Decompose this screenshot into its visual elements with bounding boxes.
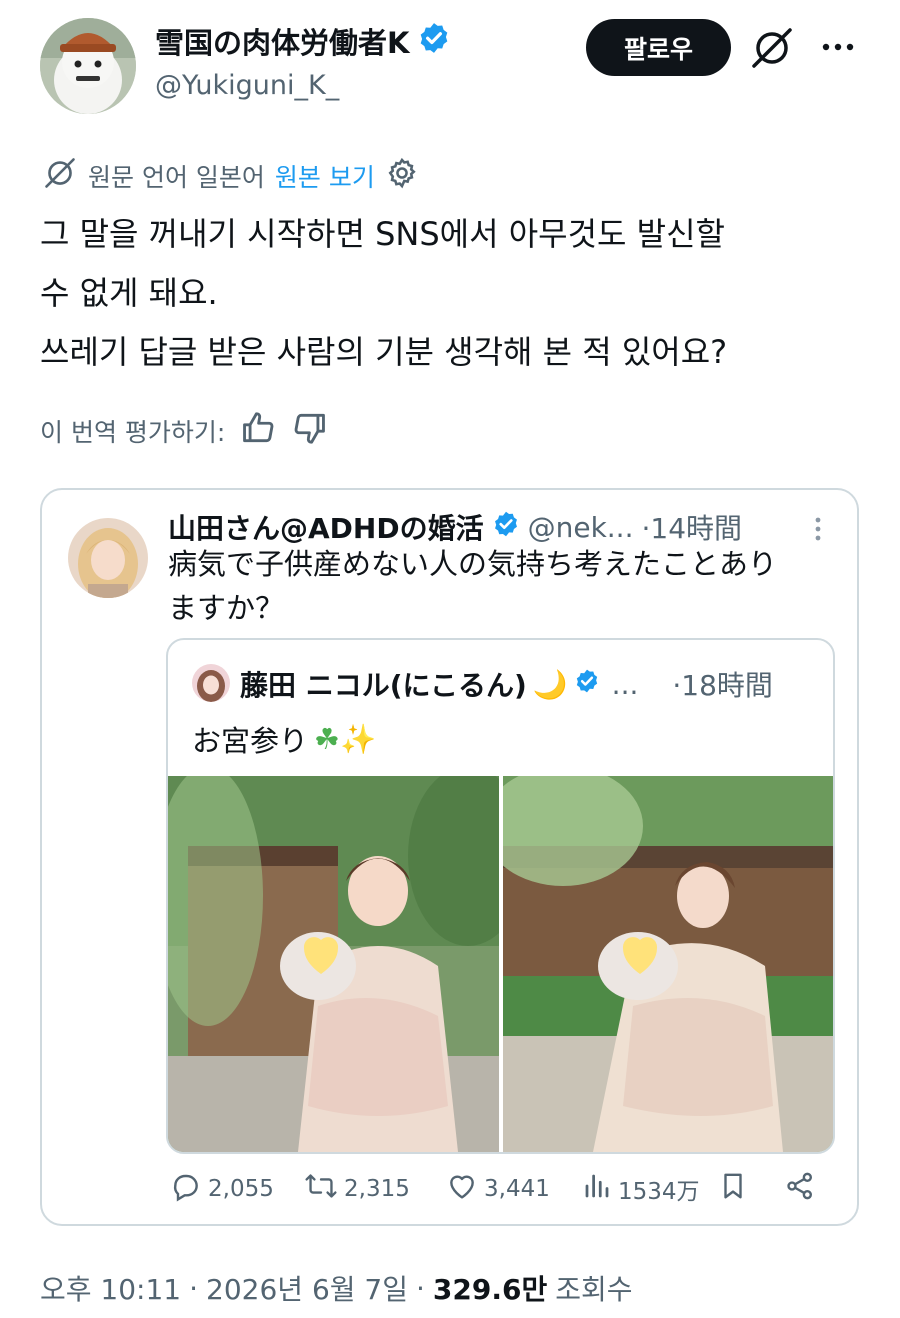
views-button[interactable]: 1534万 [582,1166,700,1212]
reply-icon [170,1170,202,1208]
reply-button[interactable]: 2,055 [170,1166,274,1212]
reply-count: 2,055 [208,1176,274,1202]
nested-tweet-time: ·18時間 [672,669,773,702]
rate-translation-label: 이 번역 평가하기: [40,418,226,447]
quoted-text-line: ますか？ [168,591,285,625]
quoted-tweet-time: ·14時間 [641,512,743,545]
tweet-photo-1[interactable] [168,776,499,1152]
post-time[interactable]: 오후 10:11 [40,1268,181,1308]
nested-quoted-tweet-card[interactable]: 藤田 ニコル(にこるん) 🌙 ... ·18時間 お宮参り ☘✨ [166,638,835,1154]
like-button[interactable]: 3,441 [446,1166,550,1212]
meta-separator: · [416,1271,425,1305]
thumbs-up-icon[interactable] [239,409,277,453]
quoted-author-avatar[interactable] [68,518,148,598]
show-original-link[interactable]: 원본 보기 [275,158,375,194]
quoted-author-handle[interactable]: @nek... [528,511,634,544]
bookmark-icon [718,1169,748,1209]
verified-badge-icon [417,21,451,62]
nested-author-name[interactable]: 藤田 ニコル(にこるん) [240,664,527,704]
quoted-author-name[interactable]: 山田さん@ADHDの婚活 [168,507,484,547]
nested-handle-truncated: ... [611,667,639,701]
verified-badge-icon [492,510,520,545]
share-button[interactable] [784,1166,816,1212]
author-name-row[interactable]: 雪国の肉体労働者K [155,20,451,62]
verified-badge-icon [574,668,600,701]
action-bar: 2,055 2,315 3,441 1534万 [170,1166,850,1212]
tweet-text: 그 말을 꺼내기 시작하면 SNS에서 아무것도 발신할 수 없게 돼요. 쓰레… [40,205,860,382]
thumbs-down-icon[interactable] [291,409,329,453]
share-icon [784,1170,816,1208]
quoted-tweet-card[interactable]: 山田さん@ADHDの婚活 @nek... ·14時間 病気で子供産めない人の気持… [40,488,859,1226]
meta-separator: · [189,1271,199,1305]
author-avatar[interactable] [40,18,136,114]
clover-sparkle-emoji: ☘✨ [314,721,377,756]
heart-icon [446,1170,478,1208]
nested-author-avatar[interactable] [192,664,230,702]
rate-translation-row: 이 번역 평가하기: [40,408,329,454]
views-chart-icon [582,1170,612,1208]
total-views-count: 329.6만 [432,1273,548,1306]
moon-emoji: 🌙 [532,667,568,701]
repost-count: 2,315 [344,1176,410,1202]
repost-button[interactable]: 2,315 [304,1166,410,1212]
tweet-text-line: 그 말을 꺼내기 시작하면 SNS에서 아무것도 발신할 [40,215,725,253]
nested-text: お宮参り [192,724,309,758]
total-views-label: 조회수 [555,1273,633,1306]
translation-note: 원문 언어 일본어 [88,163,265,192]
translation-settings-icon[interactable] [385,156,419,196]
quoted-text-line: 病気で子供産めない人の気持ち考えたことあり [168,547,778,581]
more-icon[interactable] [818,30,858,64]
follow-button[interactable]: 팔로우 [586,19,731,76]
tweet-text-line: 쓰레기 답글 받은 사람의 기분 생각해 본 적 있어요? [40,333,728,371]
post-date[interactable]: 2026년 6월 7일 [206,1268,408,1308]
bookmark-button[interactable] [718,1166,748,1212]
translation-bar: 원문 언어 일본어 원본 보기 [42,154,419,198]
nested-tweet-header: 藤田 ニコル(にこるん) 🌙 ... ·18時間 [240,662,820,706]
like-count: 3,441 [484,1176,550,1202]
tweet-text-line: 수 없게 돼요. [40,274,218,312]
author-handle[interactable]: @Yukiguni_K_ [155,70,339,101]
views-count: 1534万 [618,1179,700,1205]
repost-icon [304,1170,338,1208]
author-display-name[interactable]: 雪国の肉体労働者K [155,20,409,62]
translate-icon [42,155,78,197]
quoted-more-icon[interactable] [808,514,828,544]
tweet-photo-2[interactable] [503,776,833,1152]
nested-tweet-text: お宮参り ☘✨ [192,716,376,762]
quoted-tweet-text: 病気で子供産めない人の気持ち考えたことあり ますか？ [168,542,848,630]
tweet-meta: 오후 10:11 · 2026년 6월 7일 · 329.6만 조회수 [40,1264,633,1312]
grok-icon[interactable] [748,24,796,72]
